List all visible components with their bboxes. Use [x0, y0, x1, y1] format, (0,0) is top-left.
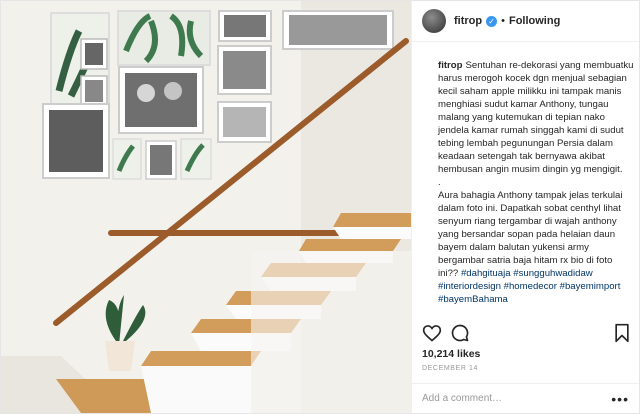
username-link[interactable]: fitrop	[454, 15, 482, 27]
caption-text-2: .	[438, 177, 441, 188]
instagram-post-card: fitrop ✓ • Following fitrop Sentuhan re-d…	[0, 0, 640, 414]
hashtag-link[interactable]: #interiordesign	[438, 281, 501, 292]
comment-box: Add a comment… •••	[412, 383, 639, 413]
comment-input[interactable]: Add a comment…	[422, 393, 611, 404]
hashtag-link[interactable]: #sungguhwadidaw	[513, 268, 592, 279]
staircase-photo	[1, 1, 411, 413]
post-header: fitrop ✓ • Following	[412, 1, 639, 42]
hashtag-link[interactable]: #dahgituaja	[461, 268, 511, 279]
caption-text-3: Aura bahagia Anthony tampak jelas terkul…	[438, 190, 623, 279]
avatar[interactable]	[422, 9, 446, 33]
hashtag-link[interactable]: #homedecor	[504, 281, 557, 292]
post-date: DECEMBER 14	[422, 365, 479, 372]
caption-username-link[interactable]: fitrop	[438, 60, 463, 71]
header-separator: •	[501, 15, 505, 27]
post-caption: fitrop Sentuhan re-dekorasi yang membuatk…	[438, 59, 634, 306]
verified-badge-icon: ✓	[486, 15, 498, 27]
bookmark-icon[interactable]	[612, 323, 632, 343]
following-button[interactable]: Following	[509, 15, 560, 27]
action-bar	[422, 323, 632, 345]
post-photo[interactable]	[1, 1, 411, 413]
comment-icon[interactable]	[450, 323, 470, 343]
post-sidebar: fitrop ✓ • Following fitrop Sentuhan re-d…	[411, 1, 639, 413]
hashtag-link[interactable]: #bayemimport	[560, 281, 621, 292]
heart-icon[interactable]	[422, 323, 442, 343]
hashtag-link[interactable]: #bayemBahama	[438, 294, 508, 305]
more-options-icon[interactable]: •••	[611, 391, 629, 407]
caption-text-1: Sentuhan re-dekorasi yang membuatku haru…	[438, 60, 634, 175]
likes-count[interactable]: 10,214 likes	[422, 348, 480, 360]
